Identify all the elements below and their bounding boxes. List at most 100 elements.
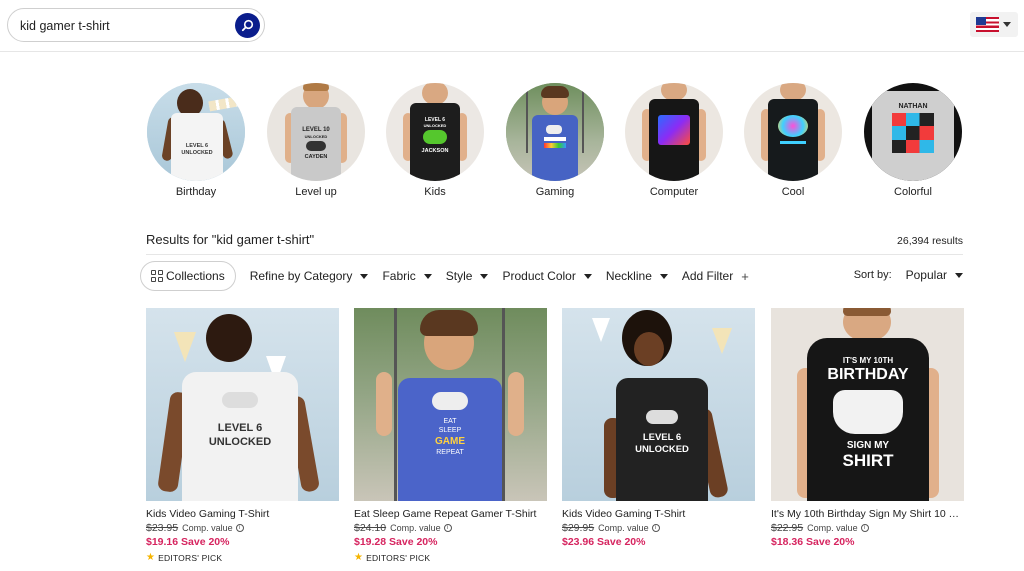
- product-card: LEVEL 6 UNLOCKED Kids Video Gaming T-Shi…: [562, 308, 755, 548]
- collections-label: Collections: [166, 269, 225, 283]
- category-image: [506, 83, 604, 181]
- divider: [146, 254, 963, 255]
- category-image: LEVEL 6 UNLOCKED JACKSON: [386, 83, 484, 181]
- product-image[interactable]: LEVEL 6 UNLOCKED: [146, 308, 339, 501]
- shirt-print: CAYDEN: [304, 154, 328, 160]
- product-card: LEVEL 6 UNLOCKED Kids Video Gaming T-Shi…: [146, 308, 339, 563]
- filter-fabric[interactable]: Fabric: [382, 269, 432, 283]
- badge-label: EDITORS' PICK: [158, 552, 223, 563]
- original-price: $22.95: [771, 522, 804, 534]
- results-count: 26,394 results: [897, 235, 963, 247]
- filter-label: Add Filter: [681, 269, 734, 283]
- filter-label: Style: [445, 269, 473, 283]
- sort-label: Sort by:: [853, 269, 892, 281]
- comp-value: $24.10 Comp. value i: [354, 522, 547, 534]
- caret-down-icon: [583, 273, 592, 279]
- sale-price: $19.28 Save 20%: [354, 536, 438, 548]
- shirt-print: IT'S MY 10TH: [842, 356, 894, 365]
- caret-down-icon: [360, 273, 369, 279]
- product-image[interactable]: LEVEL 6 UNLOCKED: [562, 308, 755, 501]
- category-label: Level up: [295, 186, 337, 198]
- category-image: [744, 83, 842, 181]
- us-flag-icon: [976, 17, 999, 32]
- category-label: Birthday: [175, 186, 217, 198]
- filter-neckline[interactable]: Neckline: [606, 269, 668, 283]
- shirt-print: SHIRT: [842, 451, 894, 470]
- add-filter-button[interactable]: Add Filter +: [682, 269, 749, 284]
- product-name[interactable]: Kids Video Gaming T-Shirt: [146, 508, 339, 520]
- filter-label: Refine by Category: [249, 269, 353, 283]
- info-icon[interactable]: i: [443, 524, 452, 532]
- star-icon: ★: [354, 552, 364, 563]
- product-name[interactable]: Kids Video Gaming T-Shirt: [562, 508, 755, 520]
- filter-style[interactable]: Style: [446, 269, 489, 283]
- badge-label: EDITORS' PICK: [366, 552, 431, 563]
- shirt-print: LEVEL 6: [185, 143, 209, 149]
- collections-button[interactable]: Collections: [140, 261, 236, 291]
- filter-label: Neckline: [605, 269, 652, 283]
- shirt-print: REPEAT: [436, 449, 464, 456]
- shirt-print: UNLOCKED: [208, 436, 272, 448]
- category-computer[interactable]: Computer: [625, 83, 723, 198]
- shirt-print: UNLOCKED: [423, 123, 447, 128]
- info-icon[interactable]: i: [235, 524, 244, 532]
- category-birthday[interactable]: LEVEL 6 UNLOCKED Birthday: [147, 83, 245, 198]
- filter-product-color[interactable]: Product Color: [502, 269, 592, 283]
- editors-pick-badge: ★ EDITORS' PICK: [146, 552, 339, 563]
- category-colorful[interactable]: NATHAN Colorful: [864, 83, 962, 198]
- category-label: Colorful: [894, 186, 932, 198]
- filter-label: Fabric: [382, 269, 416, 283]
- results-title: Results for "kid gamer t-shirt": [146, 232, 315, 247]
- category-label: Gaming: [535, 186, 575, 198]
- shirt-print: NATHAN: [898, 103, 928, 110]
- filter-refine-by-category[interactable]: Refine by Category: [250, 269, 369, 283]
- sale-price: $23.96 Save 20%: [562, 536, 646, 548]
- comp-value: $23.95 Comp. value i: [146, 522, 339, 534]
- locale-selector[interactable]: [970, 12, 1018, 37]
- product-card: IT'S MY 10TH BIRTHDAY SIGN MY SHIRT It's…: [771, 308, 964, 548]
- shirt-print: SIGN MY: [846, 440, 890, 451]
- grid-icon: [151, 270, 163, 282]
- filter-bar: Collections Refine by Category Fabric St…: [140, 261, 749, 291]
- product-image[interactable]: EAT SLEEP GAME REPEAT: [354, 308, 547, 501]
- category-label: Cool: [781, 186, 805, 198]
- product-name[interactable]: Eat Sleep Game Repeat Gamer T-Shirt: [354, 508, 547, 520]
- comp-label: Comp. value: [598, 523, 649, 533]
- shirt-print: JACKSON: [421, 148, 449, 154]
- search-button[interactable]: [235, 13, 260, 38]
- filter-label: Product Color: [502, 269, 576, 283]
- category-level-up[interactable]: LEVEL 10 UNLOCKED CAYDEN Level up: [267, 83, 365, 198]
- shirt-print: GAME: [435, 436, 465, 447]
- caret-down-icon: [480, 273, 489, 279]
- original-price: $29.95: [562, 522, 595, 534]
- category-kids[interactable]: LEVEL 6 UNLOCKED JACKSON Kids: [386, 83, 484, 198]
- info-icon[interactable]: i: [651, 524, 660, 532]
- sale-price: $18.36 Save 20%: [771, 536, 855, 548]
- product-card: EAT SLEEP GAME REPEAT Eat Sleep Game Rep…: [354, 308, 547, 563]
- editors-pick-badge: ★ EDITORS' PICK: [354, 552, 547, 563]
- category-cool[interactable]: Cool: [744, 83, 842, 198]
- shirt-print: LEVEL 6: [217, 422, 263, 434]
- search-input[interactable]: [20, 17, 230, 35]
- shirt-print: UNLOCKED: [181, 150, 213, 156]
- product-image[interactable]: IT'S MY 10TH BIRTHDAY SIGN MY SHIRT: [771, 308, 964, 501]
- sale-price: $19.16 Save 20%: [146, 536, 230, 548]
- comp-value: $22.95 Comp. value i: [771, 522, 964, 534]
- original-price: $24.10: [354, 522, 387, 534]
- category-gaming[interactable]: Gaming: [506, 83, 604, 198]
- chevron-down-icon: [1003, 22, 1011, 27]
- sort-control: Sort by: Popular: [854, 268, 963, 282]
- product-name[interactable]: It's My 10th Birthday Sign My Shirt 10 Y…: [771, 508, 964, 520]
- category-image: [625, 83, 723, 181]
- info-icon[interactable]: i: [860, 524, 869, 532]
- caret-down-icon: [955, 272, 963, 278]
- top-header: [0, 0, 1024, 52]
- shirt-print: BIRTHDAY: [827, 366, 909, 383]
- comp-value: $29.95 Comp. value i: [562, 522, 755, 534]
- sort-dropdown[interactable]: Popular: [906, 268, 963, 282]
- shirt-print: UNLOCKED: [635, 444, 689, 455]
- plus-icon: +: [741, 268, 749, 284]
- caret-down-icon: [659, 273, 668, 279]
- shirt-print: EAT: [443, 418, 457, 425]
- search-icon: [241, 19, 254, 32]
